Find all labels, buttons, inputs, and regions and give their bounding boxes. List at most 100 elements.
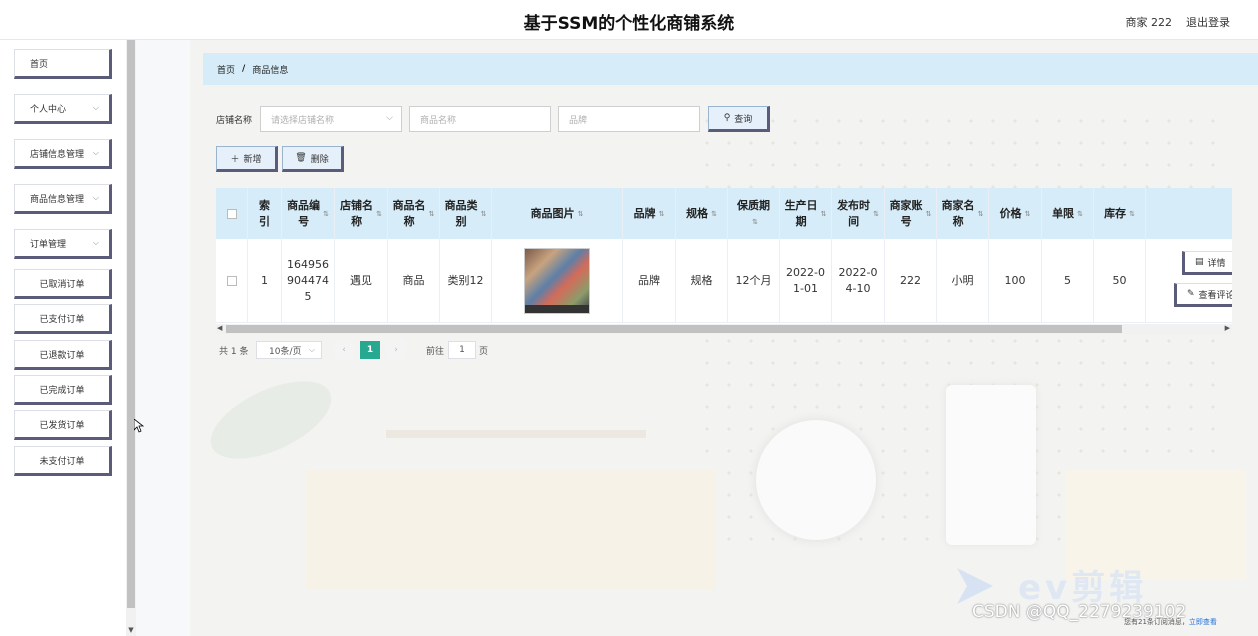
cell-category: 类别12 xyxy=(440,239,492,322)
sidebar-item-shop-management[interactable]: 店铺信息管理 ⌵ xyxy=(14,139,112,169)
goto-page-input[interactable]: 1 xyxy=(448,341,476,359)
sidebar-subitem-unpaid-orders[interactable]: 未支付订单 xyxy=(14,446,112,476)
query-button[interactable]: ⚲ 查询 xyxy=(708,106,770,132)
delete-button[interactable]: 🗑 删除 xyxy=(282,146,344,172)
col-header-stock[interactable]: 库存 ⇅ xyxy=(1094,188,1146,239)
col-header-label: 商品名 称 xyxy=(392,198,426,228)
notice-link[interactable]: 立即查看 xyxy=(1189,618,1217,626)
sort-icon[interactable]: ⇅ xyxy=(873,206,879,222)
sidebar-item-personal-center[interactable]: 个人中心 ⌵ xyxy=(14,94,112,124)
sidebar-scrollbar-thumb[interactable] xyxy=(127,40,135,608)
sidebar-item-home[interactable]: 首页 xyxy=(14,49,112,79)
breadcrumb-home[interactable]: 首页 xyxy=(217,63,235,76)
sidebar-subitem-shipped-orders[interactable]: 已发货订单 xyxy=(14,410,112,440)
shop-name-select[interactable]: 请选择店铺名称 ⌵ xyxy=(260,106,402,132)
row-checkbox[interactable] xyxy=(226,275,237,286)
page-size-value: 10条/页 xyxy=(269,346,302,357)
col-header-label: 发布时 间 xyxy=(837,198,871,228)
col-header-label: 品牌 xyxy=(633,206,656,220)
col-header-product-name[interactable]: 商品名 称 ⇅ xyxy=(388,188,440,239)
col-header-publish-time[interactable]: 发布时 间 ⇅ xyxy=(832,188,885,239)
sidebar-subitem-refunded-orders[interactable]: 已退款订单 xyxy=(14,340,112,370)
col-header-label: 库存 xyxy=(1104,206,1127,220)
col-header-merchant-name[interactable]: 商家名 称 ⇅ xyxy=(937,188,989,239)
sidebar-subitem-paid-orders[interactable]: 已支付订单 xyxy=(14,304,112,334)
col-header-index: 索 引 xyxy=(248,188,282,239)
chevron-down-icon: ⌵ xyxy=(92,193,99,202)
sidebar-item-order-management[interactable]: 订单管理 ⌵ xyxy=(14,229,112,259)
top-header: 基于SSM的个性化商铺系统 商家 222 退出登录 xyxy=(0,0,1258,40)
view-review-button[interactable]: ✎ 查看评论 xyxy=(1174,283,1232,307)
mouse-cursor-icon xyxy=(134,419,144,433)
col-header-category[interactable]: 商品类 别 ⇅ xyxy=(440,188,492,239)
sort-icon[interactable]: ⇅ xyxy=(578,206,584,222)
sort-icon[interactable]: ⇅ xyxy=(711,206,717,222)
scroll-right-icon[interactable]: ▶ xyxy=(1225,324,1230,332)
cell-product-no: 164956 904474 5 xyxy=(282,239,335,322)
cell-stock: 50 xyxy=(1094,239,1146,322)
product-table: 索 引 商品编 号 ⇅ 店铺名 称 ⇅ 商品名 称 ⇅ 商品类 别 ⇅ 商品图片 ⇅ 品牌… xyxy=(216,188,1232,334)
detail-button[interactable]: ▤ 详情 xyxy=(1182,251,1232,275)
table-horizontal-scrollbar[interactable]: ◀ ▶ xyxy=(216,324,1232,334)
sort-icon[interactable]: ⇅ xyxy=(481,206,487,222)
breadcrumb-separator: / xyxy=(242,64,246,74)
prev-page-button[interactable]: ‹ xyxy=(334,341,354,359)
col-header-label: 商品图片 xyxy=(530,206,575,220)
sort-icon[interactable]: ⇅ xyxy=(323,206,329,222)
product-image[interactable] xyxy=(524,247,590,314)
col-header-merchant-account[interactable]: 商家账 号 ⇅ xyxy=(885,188,937,239)
col-header-label: 商家名 称 xyxy=(941,198,975,228)
sort-icon[interactable]: ⇅ xyxy=(821,206,827,222)
sidebar-subitem-completed-orders[interactable]: 已完成订单 xyxy=(14,375,112,405)
next-page-button[interactable]: › xyxy=(386,341,406,359)
scroll-left-icon[interactable]: ◀ xyxy=(217,324,222,332)
chevron-down-icon: ⌵ xyxy=(92,148,99,157)
col-header-product-no[interactable]: 商品编 号 ⇅ xyxy=(282,188,335,239)
col-header-spec[interactable]: 规格 ⇅ xyxy=(676,188,728,239)
scroll-down-icon[interactable]: ▼ xyxy=(127,626,135,634)
col-header-limit[interactable]: 单限 ⇅ xyxy=(1042,188,1094,239)
sort-icon[interactable]: ⇅ xyxy=(376,206,382,222)
chevron-down-icon: ⌵ xyxy=(92,238,99,247)
sort-icon[interactable]: ⇅ xyxy=(1025,206,1031,222)
cell-product-name: 商品 xyxy=(388,239,440,322)
sidebar-subitem-cancelled-orders[interactable]: 已取消订单 xyxy=(14,269,112,299)
col-header-label: 生产日 期 xyxy=(784,198,818,228)
sort-icon[interactable]: ⇅ xyxy=(429,206,435,222)
cell-shop-name: 遇见 xyxy=(335,239,388,322)
view-review-label: 查看评论 xyxy=(1198,290,1232,301)
col-header-production-date[interactable]: 生产日 期 ⇅ xyxy=(780,188,832,239)
col-header-label: 规格 xyxy=(686,206,709,220)
sort-icon[interactable]: ⇅ xyxy=(1077,206,1083,222)
current-user: 商家 222 xyxy=(1125,16,1173,29)
logout-button[interactable]: 退出登录 xyxy=(1186,14,1230,30)
sidebar-item-label: 订单管理 xyxy=(30,239,67,250)
chevron-down-icon: ⌵ xyxy=(92,103,99,112)
sort-icon[interactable]: ⇅ xyxy=(978,206,984,222)
cell-limit: 5 xyxy=(1042,239,1094,322)
cell-index: 1 xyxy=(248,239,282,322)
sort-icon[interactable]: ⇅ xyxy=(1129,206,1135,222)
ev-logo-icon xyxy=(957,568,993,604)
product-name-input[interactable]: 商品名称 xyxy=(409,106,551,132)
cell-spec: 规格 xyxy=(676,239,728,322)
sidebar-subitem-label: 已退款订单 xyxy=(39,350,85,361)
add-button[interactable]: ＋ 新增 xyxy=(216,146,278,172)
col-header-price[interactable]: 价格 ⇅ xyxy=(989,188,1042,239)
select-all-checkbox[interactable] xyxy=(226,208,237,219)
page-size-select[interactable]: 10条/页 ⌵ xyxy=(256,341,322,359)
page-number-current[interactable]: 1 xyxy=(360,341,380,359)
document-icon: ▤ xyxy=(1195,257,1204,267)
detail-label: 详情 xyxy=(1207,258,1226,269)
col-header-brand[interactable]: 品牌 ⇅ xyxy=(623,188,676,239)
sidebar-item-product-management[interactable]: 商品信息管理 ⌵ xyxy=(14,184,112,214)
sort-icon[interactable]: ⇅ xyxy=(926,206,932,222)
col-header-shelf-life[interactable]: 保质期 ⇅ xyxy=(728,188,780,239)
col-header-shop-name[interactable]: 店铺名 称 ⇅ xyxy=(335,188,388,239)
table-scrollbar-thumb[interactable] xyxy=(226,325,1122,333)
cell-publish-time: 2022-0 4-10 xyxy=(832,239,885,322)
col-header-image[interactable]: 商品图片 ⇅ xyxy=(492,188,623,239)
sort-icon[interactable]: ⇅ xyxy=(752,214,758,230)
brand-input[interactable]: 品牌 xyxy=(558,106,700,132)
sort-icon[interactable]: ⇅ xyxy=(659,206,665,222)
